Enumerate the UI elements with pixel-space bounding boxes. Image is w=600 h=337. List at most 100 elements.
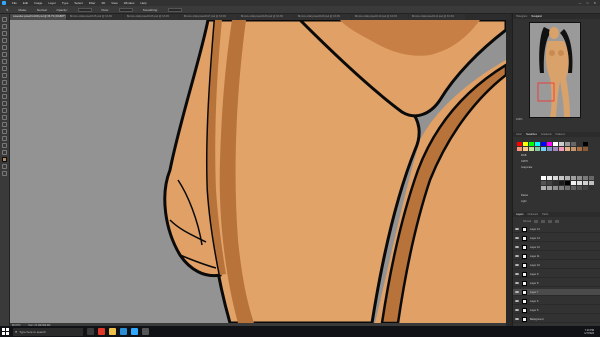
tab-swatches[interactable]: Swatches [526, 133, 537, 136]
swatch-folder[interactable]: Light [521, 200, 526, 203]
brush-tool-icon[interactable] [2, 66, 7, 71]
gray-swatch[interactable] [547, 181, 552, 185]
maximize-button[interactable]: □ [587, 1, 589, 5]
color-swatch[interactable] [571, 147, 576, 151]
brush-tool-icon[interactable]: ✎ [6, 8, 9, 12]
tab-color[interactable]: Color [516, 133, 522, 136]
marquee-tool-icon[interactable] [2, 24, 7, 29]
gray-swatch[interactable] [571, 181, 576, 185]
color-swatch[interactable] [559, 147, 564, 151]
photoshop-taskbar-icon[interactable] [131, 328, 138, 335]
document-canvas[interactable] [10, 20, 506, 323]
menu-view[interactable]: View [111, 1, 117, 5]
color-swatch[interactable] [553, 147, 558, 151]
eyedropper-tool-icon[interactable] [2, 52, 7, 57]
mode-select[interactable]: Normal [37, 8, 47, 12]
visibility-eye-icon[interactable] [515, 300, 519, 302]
color-swatch[interactable] [565, 142, 570, 146]
gray-swatch[interactable] [565, 181, 570, 185]
color-swatch[interactable] [583, 147, 588, 151]
tab-navigator[interactable]: Navigator [531, 15, 542, 18]
menu-edit[interactable]: Edit [23, 1, 28, 5]
tab-channels[interactable]: Channels [528, 213, 539, 216]
layer-row[interactable]: Layer 6 [513, 298, 600, 305]
gray-swatch[interactable] [559, 181, 564, 185]
tab-gradients[interactable]: Gradients [541, 133, 552, 136]
gray-swatch[interactable] [553, 186, 558, 190]
blend-mode-select[interactable]: Normal [523, 220, 531, 223]
move-tool-icon[interactable] [2, 17, 7, 22]
filter-shape-icon[interactable] [555, 220, 560, 223]
gray-swatch[interactable] [589, 176, 594, 180]
gradient-tool-icon[interactable] [2, 94, 7, 99]
color-swatch[interactable] [529, 147, 534, 151]
tab-histogram[interactable]: Histogram [516, 15, 527, 18]
flow-input[interactable] [118, 7, 133, 12]
tab-patterns[interactable]: Patterns [556, 133, 565, 136]
gray-swatch[interactable] [589, 186, 594, 190]
visibility-eye-icon[interactable] [515, 282, 519, 284]
gray-swatch[interactable] [541, 186, 546, 190]
shape-tool-icon[interactable] [2, 136, 7, 141]
gray-swatch[interactable] [571, 186, 576, 190]
visibility-eye-icon[interactable] [515, 291, 519, 293]
layer-row[interactable]: Layer 5 [513, 307, 600, 314]
app-icon[interactable] [98, 328, 105, 335]
photoshop-logo-icon[interactable] [2, 1, 6, 5]
lasso-tool-icon[interactable] [2, 31, 7, 36]
type-tool-icon[interactable] [2, 122, 7, 127]
opacity-input[interactable] [77, 7, 92, 12]
gray-swatch[interactable] [577, 176, 582, 180]
visibility-eye-icon[interactable] [515, 255, 519, 257]
gray-swatch[interactable] [541, 176, 546, 180]
clone-stamp-tool-icon[interactable] [2, 73, 7, 78]
color-swatch[interactable] [517, 147, 522, 151]
windows-start-icon[interactable] [2, 328, 9, 335]
taskbar-search[interactable]: ⌕ Type here to search [13, 327, 83, 336]
color-swatch[interactable] [547, 142, 552, 146]
layer-row[interactable]: Layer 8 [513, 280, 600, 287]
navigator-thumbnail[interactable] [529, 22, 581, 118]
artwork-canvas[interactable] [10, 20, 506, 323]
path-select-tool-icon[interactable] [2, 129, 7, 134]
layer-row[interactable]: Layer 11 [513, 253, 600, 260]
layer-row[interactable]: Layer 14 [513, 226, 600, 233]
zoom-tool-icon[interactable] [2, 150, 7, 155]
dodge-tool-icon[interactable] [2, 108, 7, 113]
color-swatch[interactable] [523, 147, 528, 151]
color-swatch[interactable] [535, 147, 540, 151]
visibility-eye-icon[interactable] [515, 318, 519, 320]
color-swatch[interactable] [553, 142, 558, 146]
color-swatch[interactable] [547, 147, 552, 151]
gray-swatch[interactable] [565, 186, 570, 190]
menu-layer[interactable]: Layer [48, 1, 56, 5]
crop-tool-icon[interactable] [2, 45, 7, 50]
screen-mode-icon[interactable] [2, 171, 7, 176]
minimize-button[interactable]: — [579, 1, 582, 5]
gray-swatch[interactable] [577, 181, 582, 185]
visibility-eye-icon[interactable] [515, 264, 519, 266]
gray-swatch[interactable] [559, 176, 564, 180]
gray-swatch[interactable] [583, 186, 588, 190]
gray-swatch[interactable] [577, 186, 582, 190]
menu-3d[interactable]: 3D [101, 1, 105, 5]
menu-select[interactable]: Select [74, 1, 82, 5]
pen-tool-icon[interactable] [2, 115, 7, 120]
color-swatch[interactable] [529, 142, 534, 146]
visibility-eye-icon[interactable] [515, 273, 519, 275]
layer-row[interactable]: Layer 7 [513, 289, 600, 296]
layer-row[interactable]: Background [513, 316, 600, 323]
app-icon[interactable] [142, 328, 149, 335]
color-swatch[interactable] [565, 147, 570, 151]
healing-tool-icon[interactable] [2, 59, 7, 64]
menu-help[interactable]: Help [140, 1, 146, 5]
color-swatch[interactable] [559, 142, 564, 146]
task-view-icon[interactable] [87, 328, 94, 335]
tab-layers[interactable]: Layers [516, 213, 524, 216]
history-brush-tool-icon[interactable] [2, 80, 7, 85]
app-icon[interactable] [120, 328, 127, 335]
foreground-color-swatch[interactable] [2, 157, 7, 162]
gray-swatch[interactable] [553, 176, 558, 180]
gray-swatch[interactable] [547, 186, 552, 190]
color-swatch[interactable] [517, 142, 522, 146]
